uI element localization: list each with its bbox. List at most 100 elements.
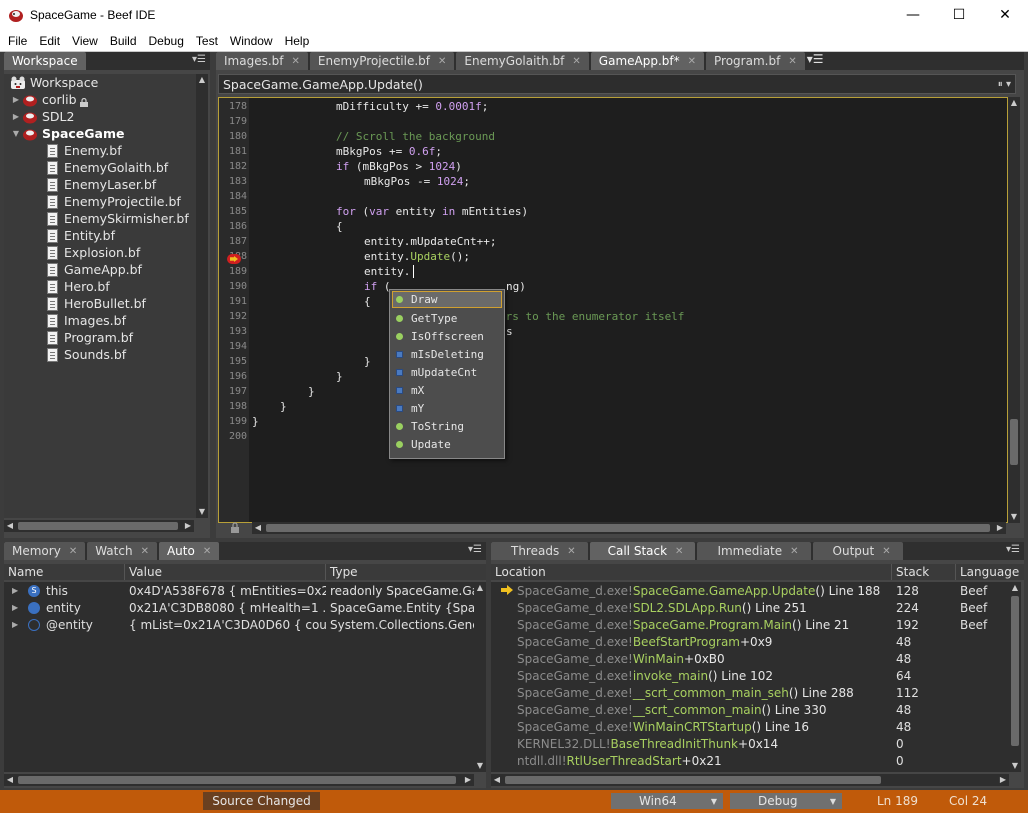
autocomplete-item[interactable]: Draw [392,291,502,308]
tree-file[interactable]: EnemyLaser.bf [4,176,196,193]
scroll-thumb[interactable] [266,524,990,532]
close-icon[interactable]: ✕ [567,546,575,557]
scroll-left-icon[interactable]: ◀ [491,774,503,786]
scroll-up-icon[interactable]: ▲ [196,74,208,86]
scroll-down-icon[interactable]: ▼ [196,506,208,518]
line-gutter[interactable]: 178 179 180 181 182 183 184 185 186 187 … [219,98,249,522]
scroll-left-icon[interactable]: ◀ [252,522,264,534]
column-header-stack[interactable]: Stack [892,564,956,580]
menu-file[interactable]: File [0,31,33,51]
close-icon[interactable]: ✕ [292,56,300,67]
close-icon[interactable]: ✕ [675,546,683,557]
editor-hscrollbar[interactable]: ◀ ▶ [252,522,1006,534]
scroll-left-icon[interactable]: ◀ [4,520,16,532]
tab-workspace[interactable]: Workspace [4,52,86,70]
column-header-type[interactable]: Type [326,564,486,580]
tree-file[interactable]: EnemyProjectile.bf [4,193,196,210]
tree-root-workspace[interactable]: Workspace [4,74,196,91]
expand-icon[interactable]: ▶ [12,620,28,629]
tree-file[interactable]: EnemySkirmisher.bf [4,210,196,227]
workspace-hscrollbar[interactable]: ◀ ▶ [4,520,194,532]
scroll-down-icon[interactable]: ▼ [1009,760,1021,772]
scroll-thumb[interactable] [18,522,178,530]
tab-images[interactable]: Images.bf ✕ [216,52,308,70]
tab-menu-icon[interactable]: ▾☰ [1006,544,1020,555]
auto-vscrollbar[interactable]: ▲ ▼ [474,582,486,772]
tree-file[interactable]: Sounds.bf [4,346,196,363]
callstack-row[interactable]: SpaceGame_d.exe! __scrt_common_main_seh()… [491,684,1009,701]
scroll-down-icon[interactable]: ▼ [1008,511,1020,523]
scroll-up-icon[interactable]: ▲ [1009,582,1021,594]
menu-view[interactable]: View [66,31,104,51]
tree-file[interactable]: Explosion.bf [4,244,196,261]
tree-file[interactable]: Enemy.bf [4,142,196,159]
tree-project-sdl2[interactable]: ▶ SDL2 [4,108,196,125]
watch-row[interactable]: ▶ S this 0x4D'A538F678 { mEntities=0x2..… [4,582,474,599]
workspace-vscrollbar[interactable]: ▲ ▼ [196,74,208,518]
breakpoint-arrow-icon[interactable] [227,254,241,264]
tab-menu-icon[interactable]: ▾☰ [468,544,482,555]
close-icon[interactable]: ✕ [572,56,580,67]
expand-icon[interactable]: ▶ [10,112,22,121]
callstack-row[interactable]: SpaceGame_d.exe! WinMainCRTStartup() Line… [491,718,1009,735]
scroll-thumb[interactable] [18,776,456,784]
menu-help[interactable]: Help [279,31,316,51]
callstack-row[interactable]: SpaceGame_d.exe! BeefStartProgram +0x9 48 [491,633,1009,650]
breadcrumb-dropdown-icon[interactable]: ⏸ ▾ [998,79,1011,90]
autocomplete-item[interactable]: IsOffscreen [390,327,504,345]
callstack-vscrollbar[interactable]: ▲ ▼ [1009,582,1021,772]
scroll-right-icon[interactable]: ▶ [997,774,1009,786]
close-icon[interactable]: ✕ [203,546,211,557]
scroll-right-icon[interactable]: ▶ [182,520,194,532]
close-icon[interactable]: ✕ [141,546,149,557]
scroll-thumb[interactable] [1011,596,1019,746]
minimize-button[interactable]: — [890,0,936,30]
tree-project-corlib[interactable]: ▶ corlib [4,91,196,108]
autocomplete-item[interactable]: mX [390,381,504,399]
column-header-value[interactable]: Value [125,564,326,580]
close-icon[interactable]: ✕ [788,56,796,67]
scroll-down-icon[interactable]: ▼ [474,760,486,772]
breadcrumb[interactable]: SpaceGame.GameApp.Update() ⏸ ▾ [218,74,1016,94]
close-button[interactable]: ✕ [982,0,1028,30]
scroll-up-icon[interactable]: ▲ [474,582,486,594]
column-header-language[interactable]: Language [956,564,1024,580]
menu-window[interactable]: Window [224,31,279,51]
tab-gameapp[interactable]: GameApp.bf* ✕ [590,52,705,70]
callstack-hscrollbar[interactable]: ◀ ▶ [491,774,1009,786]
tab-watch[interactable]: Watch ✕ [87,542,157,560]
expand-icon[interactable]: ▶ [10,95,22,104]
autocomplete-item[interactable]: GetType [390,309,504,327]
watch-row[interactable]: ▶ entity 0x21A'C3DB8080 { mHealth=1 ... … [4,599,474,616]
tab-menu-icon[interactable]: ▾☰ [192,54,206,65]
autocomplete-item[interactable]: mUpdateCnt [390,363,504,381]
tree-file[interactable]: Entity.bf [4,227,196,244]
menu-debug[interactable]: Debug [143,31,190,51]
scroll-right-icon[interactable]: ▶ [994,522,1006,534]
code-editor[interactable]: 178 179 180 181 182 183 184 185 186 187 … [218,97,1008,523]
scroll-up-icon[interactable]: ▲ [1008,97,1020,109]
tab-threads[interactable]: Threads ✕ [491,542,588,560]
tree-file[interactable]: HeroBullet.bf [4,295,196,312]
collapse-icon[interactable]: ▼ [10,129,22,138]
tab-menu-icon[interactable]: ▾☰ [807,52,824,70]
tab-output[interactable]: Output ✕ [812,542,903,560]
close-icon[interactable]: ✕ [882,546,890,557]
source-changed-indicator[interactable]: Source Changed [203,792,320,810]
scroll-thumb[interactable] [505,776,881,784]
editor-vscrollbar[interactable]: ▲ ▼ [1008,97,1020,523]
column-header-location[interactable]: Location [491,564,892,580]
callstack-row[interactable]: SpaceGame_d.exe! WinMain +0xB0 48 [491,650,1009,667]
menu-edit[interactable]: Edit [33,31,66,51]
callstack-row[interactable]: ntdll.dll! RtlUserThreadStart +0x21 0 [491,752,1009,769]
autocomplete-item[interactable]: mIsDeleting [390,345,504,363]
column-header-name[interactable]: Name [4,564,125,580]
callstack-row[interactable]: SpaceGame_d.exe! SpaceGame.GameApp.Update… [491,582,1009,599]
callstack-row[interactable]: KERNEL32.DLL! BaseThreadInitThunk +0x14 0 [491,735,1009,752]
scroll-right-icon[interactable]: ▶ [462,774,474,786]
platform-select[interactable]: Win64 ▼ [611,793,723,809]
autocomplete-item[interactable]: ToString [390,417,504,435]
callstack-row[interactable]: SpaceGame_d.exe! SpaceGame.Program.Main()… [491,616,1009,633]
close-icon[interactable]: ✕ [688,56,696,67]
callstack-row[interactable]: SpaceGame_d.exe! SDL2.SDLApp.Run() Line 2… [491,599,1009,616]
